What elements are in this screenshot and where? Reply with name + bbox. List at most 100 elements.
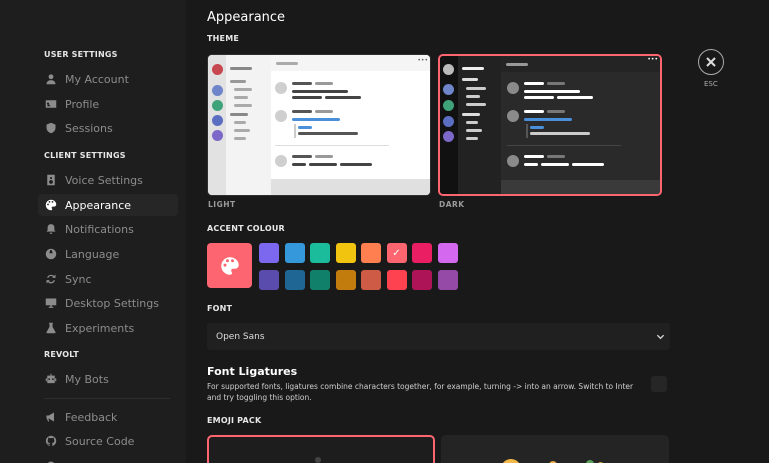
- sidebar-item-partial[interactable]: [38, 455, 178, 463]
- preview-line: [325, 96, 361, 99]
- accent-swatch[interactable]: [437, 270, 458, 290]
- accent-swatch[interactable]: [335, 270, 356, 290]
- check-icon: ✓: [392, 247, 401, 259]
- accent-swatch[interactable]: [412, 243, 432, 263]
- preview-avatar: [212, 85, 223, 96]
- sidebar-item-voice-settings[interactable]: Voice Settings: [38, 169, 178, 191]
- sidebar-item-appearance[interactable]: Appearance: [38, 194, 178, 216]
- sidebar-item-sync[interactable]: Sync: [38, 268, 178, 290]
- font-select[interactable]: Open Sans: [207, 323, 670, 350]
- preview-line: [524, 96, 554, 99]
- preview-line: [530, 126, 544, 129]
- monitor-icon: [44, 296, 58, 310]
- accent-color-picker[interactable]: [207, 243, 252, 288]
- robot-icon: [44, 372, 58, 386]
- accent-swatch[interactable]: [310, 243, 330, 263]
- sidebar-item-language[interactable]: Language: [38, 243, 178, 265]
- preview-line: [524, 118, 572, 121]
- app-window: USER SETTINGS My Account Profile Session…: [0, 0, 769, 463]
- preview-line: [541, 163, 569, 166]
- sidebar-item-sessions[interactable]: Sessions: [38, 117, 178, 139]
- accent-swatch[interactable]: [361, 270, 381, 290]
- preview-avatar: [275, 155, 287, 167]
- preview-quote-bar: [526, 124, 528, 138]
- sidebar-item-label: My Bots: [65, 372, 109, 386]
- preview-avatar: [443, 131, 454, 142]
- preview-line: [292, 155, 312, 158]
- sidebar-item-label: Profile: [65, 97, 100, 111]
- preview-line: [572, 163, 604, 166]
- preview-line: [462, 67, 484, 70]
- sidebar-item-label: My Account: [65, 72, 129, 86]
- preview-line: [466, 95, 480, 98]
- preview-line: [315, 155, 333, 158]
- theme-option-light[interactable]: •••: [207, 54, 431, 196]
- sidebar-item-label: Source Code: [65, 434, 135, 448]
- github-icon: [44, 434, 58, 448]
- palette-icon: [220, 256, 239, 275]
- accent-swatch[interactable]: [259, 243, 279, 263]
- coin-icon: [44, 459, 58, 463]
- preview-line: [234, 104, 252, 107]
- accent-swatch[interactable]: [284, 243, 305, 263]
- accent-swatch[interactable]: [361, 243, 381, 263]
- preview-channel-list: [226, 55, 271, 195]
- preview-line: [309, 163, 337, 166]
- preview-line: [276, 62, 298, 65]
- sidebar-item-profile[interactable]: Profile: [38, 93, 178, 115]
- accent-swatch[interactable]: [335, 243, 356, 263]
- sidebar-item-my-account[interactable]: My Account: [38, 68, 178, 90]
- preview-line: [234, 121, 246, 124]
- accent-swatch[interactable]: ✓: [386, 243, 407, 263]
- sidebar-item-source-code[interactable]: Source Code: [38, 430, 178, 452]
- preview-line: [547, 155, 565, 158]
- preview-line: [315, 110, 333, 113]
- sidebar-item-label: Appearance: [65, 198, 132, 212]
- preview-composer: [501, 180, 660, 194]
- preview-quote-bar: [294, 124, 296, 138]
- close-settings-button[interactable]: [698, 49, 724, 75]
- accent-swatch[interactable]: [386, 270, 407, 290]
- font-ligatures-description: For supported fonts, ligatures combine c…: [207, 382, 634, 402]
- sidebar-item-label: Sessions: [65, 121, 113, 135]
- preview-line: [547, 82, 565, 85]
- sidebar-item-desktop-settings[interactable]: Desktop Settings: [38, 292, 178, 314]
- preview-avatar: [443, 116, 454, 127]
- preview-line: [506, 63, 528, 66]
- accent-swatch[interactable]: [437, 243, 458, 263]
- preview-line: [466, 137, 478, 140]
- preview-chat: [501, 56, 660, 194]
- palette-icon: [44, 198, 58, 212]
- sync-icon: [44, 272, 58, 286]
- preview-line: [230, 80, 246, 83]
- accent-swatch[interactable]: [284, 270, 305, 290]
- emoji-pack-option-2[interactable]: [441, 435, 669, 463]
- accent-swatch[interactable]: [259, 270, 279, 290]
- preview-line: [340, 163, 372, 166]
- preview-avatar: [507, 110, 519, 122]
- preview-line: [292, 90, 348, 93]
- emoji-pack-option-1[interactable]: [207, 435, 435, 463]
- preview-avatar: [443, 64, 454, 75]
- sidebar-item-feedback[interactable]: Feedback: [38, 406, 178, 428]
- user-icon: [44, 72, 58, 86]
- page-title: Appearance: [207, 10, 286, 25]
- emoji-section-label: EMOJI PACK: [207, 416, 262, 425]
- accent-swatch[interactable]: [310, 270, 330, 290]
- theme-label-light: LIGHT: [208, 200, 236, 209]
- preview-avatar: [212, 64, 223, 75]
- theme-option-dark[interactable]: •••: [438, 54, 662, 196]
- preview-line: [234, 137, 246, 140]
- speaker-icon: [44, 173, 58, 187]
- preview-line: [524, 155, 544, 158]
- preview-line: [292, 96, 322, 99]
- font-ligatures-checkbox[interactable]: [651, 376, 667, 392]
- preview-line: [466, 103, 486, 106]
- sidebar-item-experiments[interactable]: Experiments: [38, 317, 178, 339]
- preview-avatar: [507, 155, 519, 167]
- accent-swatch[interactable]: [412, 270, 432, 290]
- sidebar-item-my-bots[interactable]: My Bots: [38, 368, 178, 390]
- preview-line: [234, 129, 250, 132]
- preview-line: [462, 78, 478, 81]
- sidebar-item-notifications[interactable]: Notifications: [38, 218, 178, 240]
